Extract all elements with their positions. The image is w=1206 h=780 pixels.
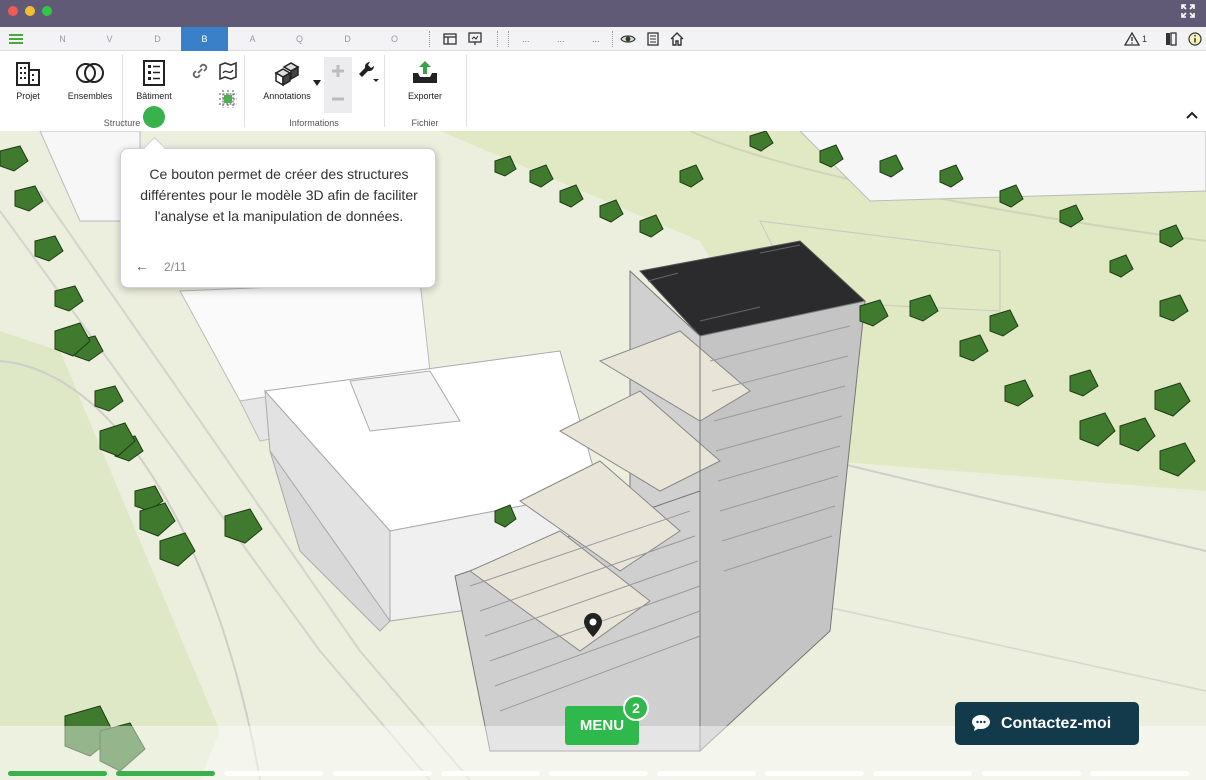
tour-progress-bar (8, 771, 1198, 776)
fichier-group-label: Fichier (411, 118, 439, 128)
eye-icon[interactable] (620, 32, 636, 46)
highlight-beacon[interactable] (143, 106, 165, 128)
collapse-ribbon-icon[interactable] (1186, 109, 1198, 123)
projet-button[interactable]: Projet (8, 59, 48, 101)
tour-progress-segment (224, 771, 323, 776)
contact-label: Contactez-moi (1001, 715, 1112, 732)
link-icon[interactable] (190, 61, 210, 81)
grid-select-icon[interactable] (218, 89, 238, 109)
ribbon-separator (244, 55, 245, 127)
tour-progress-segment (873, 771, 972, 776)
document-list-icon[interactable] (646, 32, 660, 46)
building-plan-icon (143, 60, 165, 86)
warning-count: 1 (1142, 34, 1148, 44)
zoom-controls (324, 57, 352, 113)
tour-progress-segment (549, 771, 648, 776)
chat-bubble-icon (972, 715, 990, 731)
wrench-icon[interactable] (356, 59, 380, 83)
book-icon[interactable] (1164, 32, 1178, 46)
zoom-window-button[interactable] (42, 6, 52, 16)
tab-o[interactable]: O (371, 27, 418, 51)
ribbon-separator (466, 55, 467, 127)
annotations-button[interactable]: Annotations (256, 59, 318, 101)
menu-notification-badge: 2 (623, 695, 649, 721)
tab-d[interactable]: D (134, 27, 181, 51)
info-icon[interactable] (1188, 32, 1202, 46)
tooltip-step-counter: 2/11 (164, 260, 187, 274)
tabbar-divider (612, 31, 613, 47)
plus-icon[interactable] (330, 63, 346, 79)
caret-down-icon[interactable] (312, 79, 322, 87)
tab-a[interactable]: A (229, 27, 276, 51)
layout-icon[interactable] (443, 32, 457, 46)
tabbar-divider (497, 31, 498, 47)
tab-b[interactable]: B (181, 27, 228, 51)
tab-n[interactable]: N (39, 27, 86, 51)
tooltip-text: Ce bouton permet de créer des structures… (140, 166, 418, 224)
tab-bar: N V D B A Q D O ... ... ... 1 (0, 27, 1206, 51)
ensembles-button[interactable]: Ensembles (64, 59, 116, 101)
exporter-label: Exporter (407, 91, 442, 101)
home-icon[interactable] (670, 32, 684, 46)
annotations-label: Annotations (263, 91, 311, 101)
tour-progress-segment (333, 771, 432, 776)
warning-icon[interactable] (1124, 32, 1140, 46)
batiment-button[interactable]: Bâtiment (130, 59, 178, 101)
overlapping-circles-icon (76, 63, 104, 83)
tabbar-more-1[interactable]: ... (522, 27, 530, 51)
tab-q[interactable]: Q (276, 27, 323, 51)
onboarding-tooltip: Ce bouton permet de créer des structures… (120, 148, 436, 288)
tooltip-back-arrow-icon[interactable]: ← (135, 258, 149, 274)
structure-group-label: Structure (103, 118, 141, 128)
buildings-icon (16, 62, 40, 86)
minus-icon[interactable] (330, 91, 346, 107)
tab-v[interactable]: V (86, 27, 133, 51)
tour-progress-segment (982, 771, 1081, 776)
tabbar-more-2[interactable]: ... (557, 27, 565, 51)
tabbar-divider (429, 31, 430, 47)
projet-label: Projet (16, 91, 40, 101)
expand-icon[interactable] (1180, 4, 1196, 20)
ribbon-separator (384, 55, 385, 127)
export-tray-icon (413, 61, 437, 83)
minimize-window-button[interactable] (25, 6, 35, 16)
informations-group-label: Informations (289, 118, 339, 128)
contact-button[interactable]: Contactez-moi (955, 702, 1139, 745)
tab-d-2[interactable]: D (324, 27, 371, 51)
presentation-icon[interactable] (468, 32, 482, 46)
ribbon-toolbar: Projet Ensembles Bâtiment Structure Anno… (0, 51, 1206, 131)
tour-progress-segment (657, 771, 756, 776)
ribbon-separator (122, 55, 123, 127)
window-titlebar (0, 0, 1206, 27)
cubes-icon (274, 62, 300, 87)
tour-progress-segment (1090, 771, 1189, 776)
hamburger-menu-icon[interactable] (0, 27, 32, 51)
batiment-label: Bâtiment (136, 91, 172, 101)
tour-progress-segment (8, 771, 107, 776)
tour-progress-segment (116, 771, 215, 776)
map-icon[interactable] (218, 61, 238, 81)
tour-progress-segment (765, 771, 864, 776)
exporter-button[interactable]: Exporter (400, 59, 450, 101)
close-window-button[interactable] (8, 6, 18, 16)
ensembles-label: Ensembles (67, 91, 113, 101)
tabbar-divider (508, 31, 509, 47)
tour-progress-segment (441, 771, 540, 776)
tabbar-more-3[interactable]: ... (592, 27, 600, 51)
